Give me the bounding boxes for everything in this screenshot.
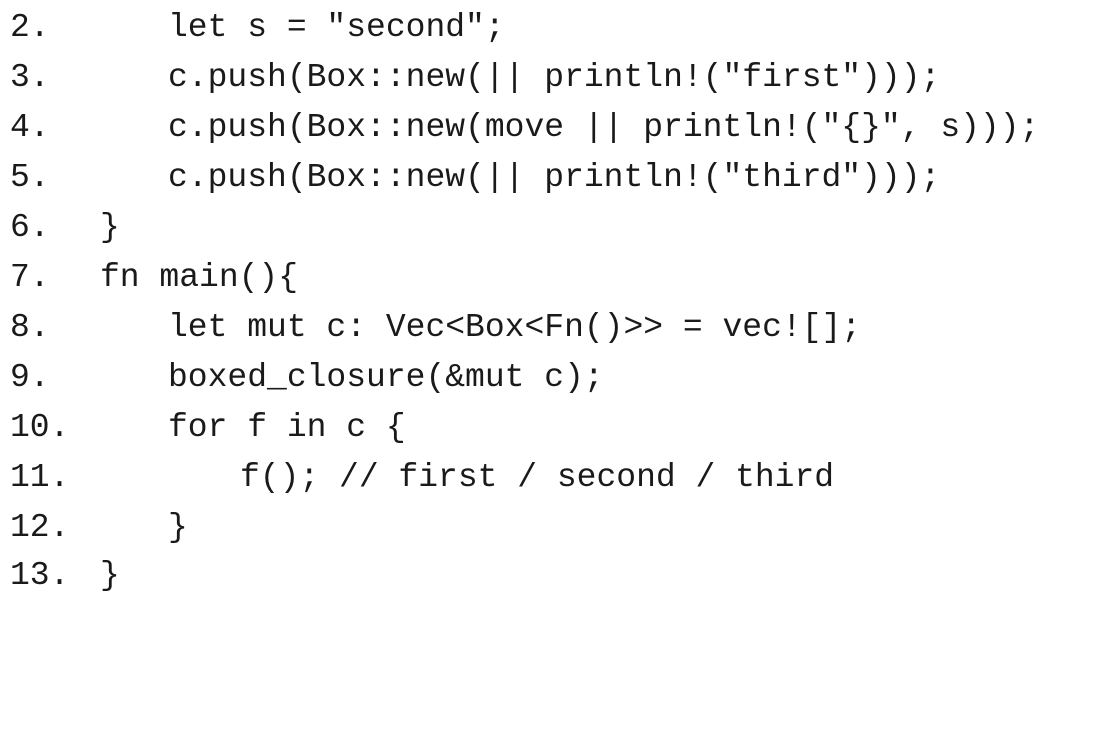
line-code: } bbox=[100, 209, 120, 246]
line-number: 12. bbox=[10, 509, 70, 546]
line-number: 5. bbox=[10, 159, 50, 196]
line-number: 9. bbox=[10, 359, 50, 396]
line-code: for f in c { bbox=[168, 409, 406, 446]
line-number: 10. bbox=[10, 409, 70, 446]
code-line: 2. let s = "second"; bbox=[0, 3, 1111, 53]
code-line: 11. f(); // first / second / third bbox=[0, 453, 1111, 503]
line-number: 4. bbox=[10, 109, 50, 146]
line-code: let mut c: Vec<Box<Fn()>> = vec![]; bbox=[168, 309, 862, 346]
line-code: boxed_closure(&mut c); bbox=[168, 359, 604, 396]
line-code: } bbox=[100, 557, 120, 594]
code-line: 3. c.push(Box::new(|| println!("first"))… bbox=[0, 53, 1111, 103]
code-line: 12. } bbox=[0, 503, 1111, 553]
line-code: } bbox=[168, 509, 188, 546]
line-code: c.push(Box::new(|| println!("third"))); bbox=[168, 159, 941, 196]
line-code: let s = "second"; bbox=[168, 9, 505, 46]
line-code: fn main(){ bbox=[100, 259, 299, 296]
code-line: 13. } bbox=[0, 551, 1111, 601]
code-line: 6. } bbox=[0, 203, 1111, 253]
line-number: 11. bbox=[10, 459, 70, 496]
line-number: 2. bbox=[10, 9, 50, 46]
line-number: 3. bbox=[10, 59, 50, 96]
code-line: 8. let mut c: Vec<Box<Fn()>> = vec![]; bbox=[0, 303, 1111, 353]
line-code: f(); // first / second / third bbox=[240, 459, 835, 496]
code-listing: 2. let s = "second"; 3. c.push(Box::new(… bbox=[0, 0, 1111, 601]
line-number: 7. bbox=[10, 259, 50, 296]
code-line: 10. for f in c { bbox=[0, 403, 1111, 453]
code-line: 4. c.push(Box::new(move || println!("{}"… bbox=[0, 103, 1111, 153]
code-line: 9. boxed_closure(&mut c); bbox=[0, 353, 1111, 403]
code-line: 5. c.push(Box::new(|| println!("third"))… bbox=[0, 153, 1111, 203]
line-code: c.push(Box::new(|| println!("first"))); bbox=[168, 59, 941, 96]
line-code: c.push(Box::new(move || println!("{}", s… bbox=[168, 109, 1040, 146]
line-number: 8. bbox=[10, 309, 50, 346]
line-number: 6. bbox=[10, 209, 50, 246]
line-number: 13. bbox=[10, 557, 70, 594]
code-line: 7. fn main(){ bbox=[0, 253, 1111, 303]
